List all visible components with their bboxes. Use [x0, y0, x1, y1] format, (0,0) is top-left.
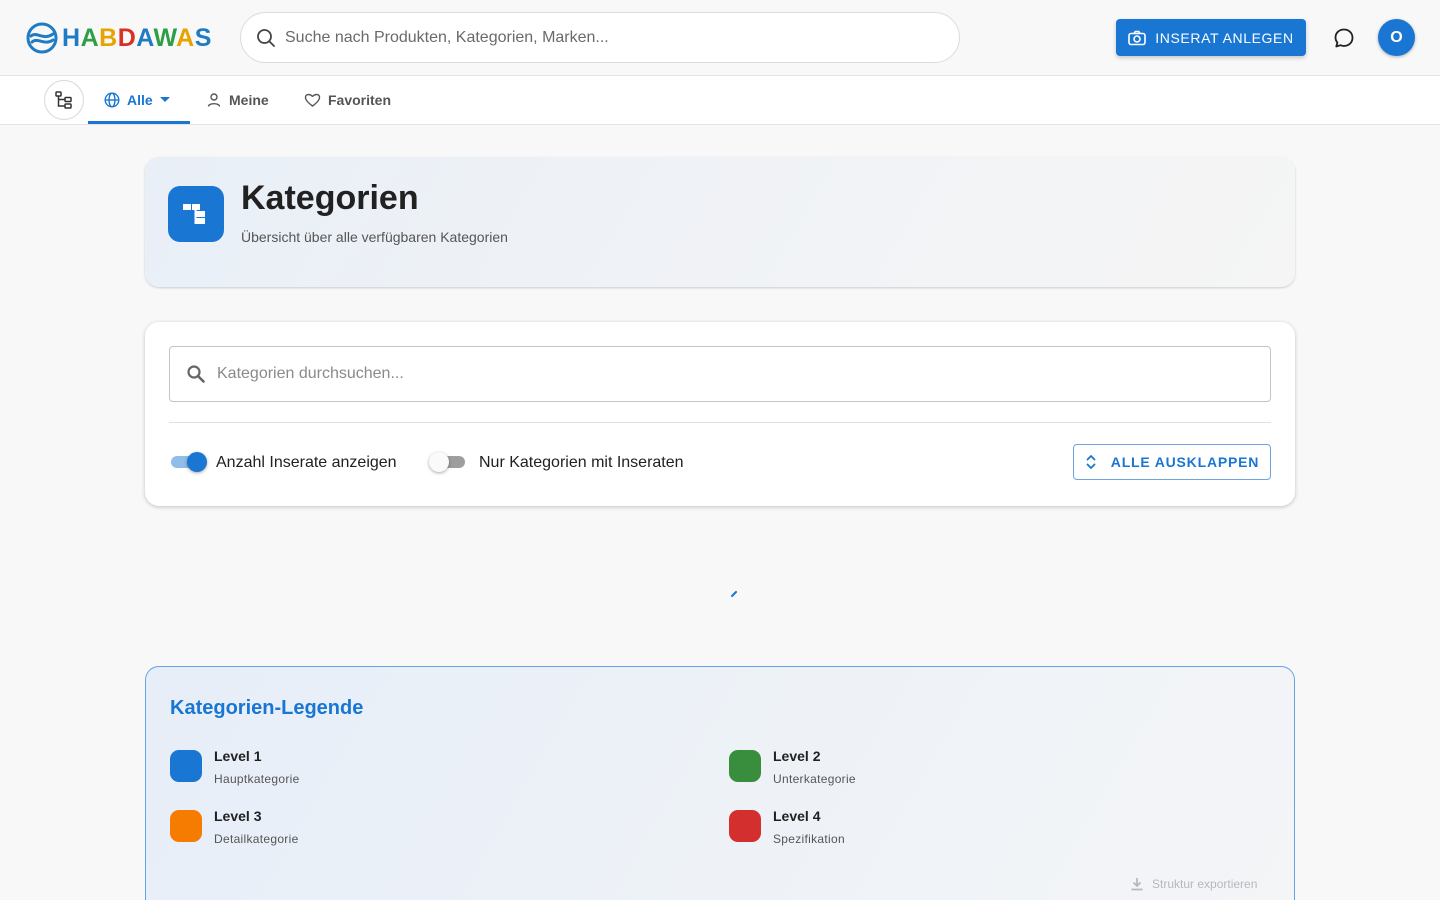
legend-title: Kategorien-Legende [170, 697, 364, 719]
level-4-color-swatch [729, 810, 761, 842]
legend-item-level-4: Level 4 Spezifikation [729, 808, 1129, 850]
loading-spinner [731, 591, 737, 597]
top-header: HABDAWAS INSERAT ANLEGEN O [0, 0, 1440, 76]
create-listing-label: INSERAT ANLEGEN [1155, 29, 1294, 46]
global-search[interactable] [240, 12, 960, 63]
legend-item-desc: Spezifikation [773, 832, 845, 846]
logo-letter: H [62, 24, 81, 52]
logo-letter: A [80, 24, 100, 52]
toggle-only-with-listings-label: Nur Kategorien mit Inseraten [479, 454, 684, 471]
tab-alle[interactable]: Alle [104, 76, 170, 124]
logo-letter: W [153, 24, 177, 52]
legend-item-desc: Detailkategorie [214, 832, 299, 846]
level-3-color-swatch [170, 810, 202, 842]
page-subtitle: Übersicht über alle verfügbaren Kategori… [241, 229, 508, 245]
category-tree-icon [168, 186, 224, 242]
legend-item-name: Level 1 [214, 748, 262, 764]
level-1-color-swatch [170, 750, 202, 782]
logo-letters: HABDAWAS [62, 24, 212, 52]
caret-down-icon [159, 97, 170, 102]
legend-item-level-1: Level 1 Hauptkategorie [170, 748, 570, 790]
nav-bar: Alle Meine Favoriten [0, 76, 1440, 125]
divider [169, 422, 1271, 423]
logo-text: HABDAWAS [62, 22, 212, 54]
legend-item-name: Level 4 [773, 808, 821, 824]
category-tree-button[interactable] [44, 80, 84, 120]
expand-all-button[interactable]: ALLE AUSKLAPPEN [1073, 444, 1271, 480]
tab-label: Meine [229, 92, 269, 108]
logo-letter: B [99, 24, 118, 52]
category-search[interactable] [169, 346, 1271, 402]
toggle-only-with-listings[interactable] [429, 452, 467, 472]
toggle-show-counts-label: Anzahl Inserate anzeigen [216, 454, 397, 471]
globe-icon [104, 92, 120, 108]
expand-all-label: ALLE AUSKLAPPEN [1110, 454, 1260, 470]
tab-label: Alle [127, 92, 153, 108]
create-listing-button[interactable]: INSERAT ANLEGEN [1116, 19, 1306, 56]
camera-icon [1128, 30, 1147, 45]
download-icon [1131, 878, 1143, 891]
logo-letter: A [176, 24, 195, 52]
logo[interactable]: HABDAWAS [25, 21, 212, 55]
chat-icon[interactable] [1333, 27, 1355, 49]
user-avatar[interactable]: O [1378, 19, 1415, 56]
search-icon [187, 365, 205, 383]
legend-item-desc: Hauptkategorie [214, 772, 300, 786]
tab-favoriten[interactable]: Favoriten [304, 76, 391, 124]
logo-letter: S [194, 24, 212, 52]
search-icon [257, 28, 275, 47]
tab-label: Favoriten [328, 92, 392, 108]
logo-icon [26, 22, 58, 54]
category-search-input[interactable] [217, 365, 1237, 383]
person-icon [207, 93, 221, 107]
category-legend: Kategorien-Legende Level 1 Hauptkategori… [145, 666, 1295, 900]
logo-letter: D [117, 24, 137, 52]
logo-letter: A [136, 24, 154, 52]
legend-item-level-3: Level 3 Detailkategorie [170, 808, 570, 850]
active-tab-indicator [88, 121, 190, 124]
unfold-icon [1086, 455, 1096, 469]
legend-item-name: Level 2 [773, 748, 821, 764]
legend-item-desc: Unterkategorie [773, 772, 856, 786]
page-header-card: Kategorien Übersicht über alle verfügbar… [145, 157, 1295, 287]
toggle-show-counts[interactable] [169, 452, 207, 472]
heart-icon [304, 93, 321, 107]
export-structure-label: Struktur exportieren [1152, 877, 1258, 891]
filter-card: Anzahl Inserate anzeigen Nur Kategorien … [145, 322, 1295, 506]
global-search-input[interactable] [285, 28, 925, 47]
export-structure-button[interactable]: Struktur exportieren [1130, 877, 1257, 891]
tab-meine[interactable]: Meine [206, 76, 269, 124]
legend-item-level-2: Level 2 Unterkategorie [729, 748, 1129, 790]
legend-item-name: Level 3 [214, 808, 262, 824]
tree-icon [55, 91, 72, 109]
page-title: Kategorien [241, 179, 419, 217]
level-2-color-swatch [729, 750, 761, 782]
